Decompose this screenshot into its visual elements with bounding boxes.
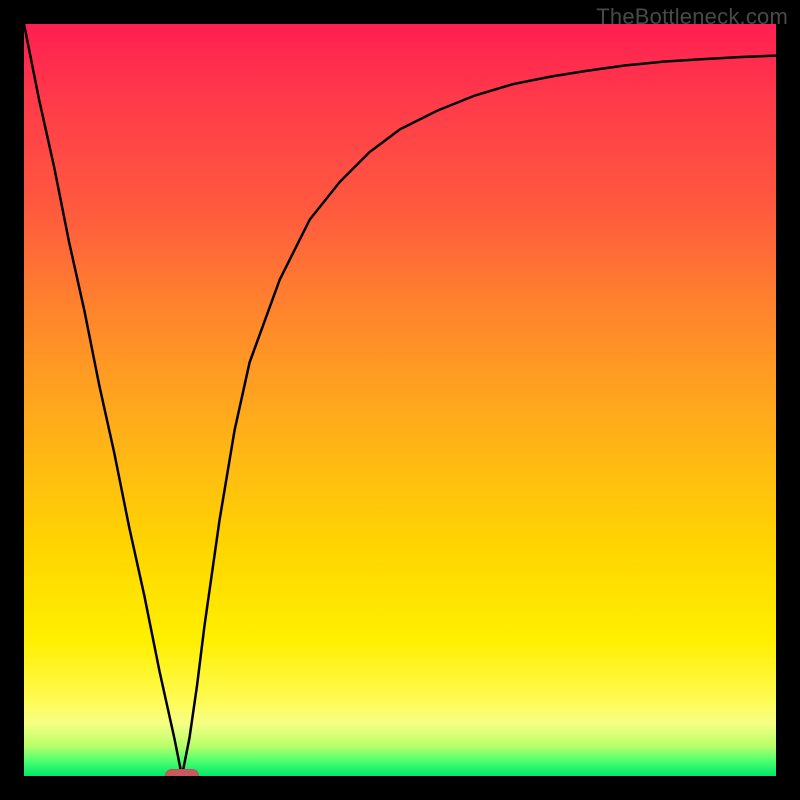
watermark-text: TheBottleneck.com [596,4,788,30]
curve-svg [24,24,776,776]
plot-area [24,24,776,776]
chart-frame: TheBottleneck.com [0,0,800,800]
optimal-point-marker [165,769,199,776]
bottleneck-curve [24,24,776,776]
